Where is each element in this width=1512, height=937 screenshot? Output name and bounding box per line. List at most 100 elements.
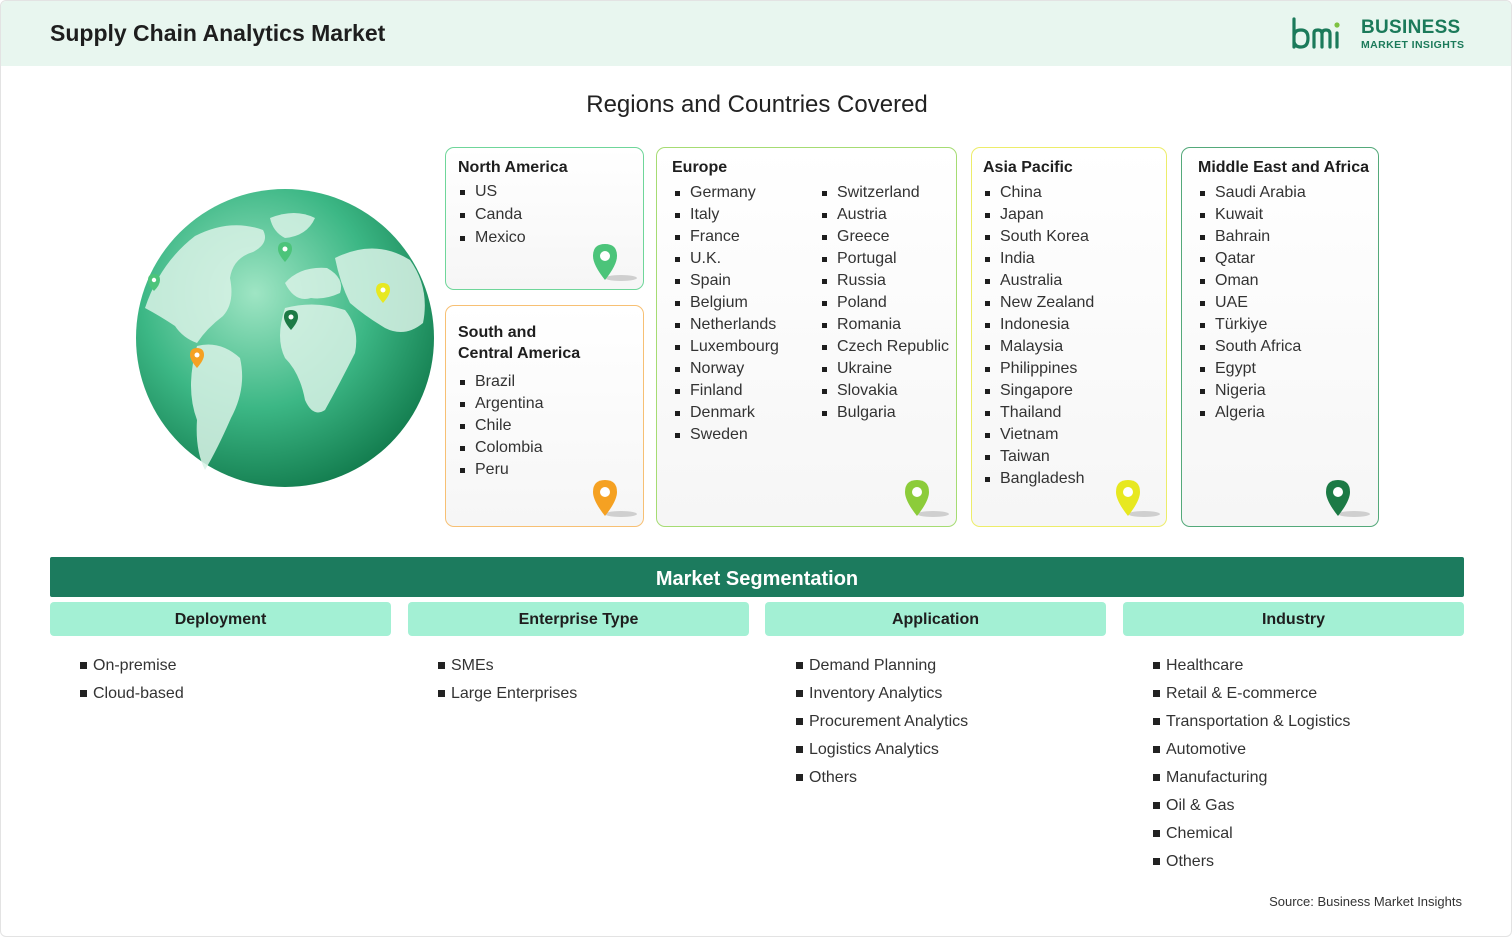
list-item: Oman (1198, 270, 1306, 292)
list-item: Kuwait (1198, 204, 1306, 226)
list-item: Chemical (1153, 820, 1350, 848)
list-item: Bahrain (1198, 226, 1306, 248)
list-item: Czech Republic (820, 336, 949, 358)
list-item: Japan (983, 204, 1094, 226)
regions-title: Regions and Countries Covered (586, 91, 928, 118)
country-list: US Canda Mexico (458, 181, 526, 249)
globe-icon (136, 189, 434, 487)
list-item: Indonesia (983, 314, 1094, 336)
list-item: Nigeria (1198, 380, 1306, 402)
country-list: Saudi Arabia Kuwait Bahrain Qatar Oman U… (1198, 182, 1306, 424)
country-list-col-2: Switzerland Austria Greece Portugal Russ… (820, 182, 949, 424)
list-item: Romania (820, 314, 949, 336)
list-item: Procurement Analytics (796, 708, 968, 736)
region-card-europe: Europe Germany Italy France U.K. Spain B… (656, 147, 957, 527)
bmi-logo-mark-icon (1292, 17, 1340, 49)
list-item: Saudi Arabia (1198, 182, 1306, 204)
list-item: Transportation & Logistics (1153, 708, 1350, 736)
region-title: Middle East and Africa (1198, 159, 1369, 176)
list-item: Ukraine (820, 358, 949, 380)
map-pin-icon (1326, 480, 1370, 517)
list-item: Automotive (1153, 736, 1350, 764)
region-title: Asia Pacific (983, 159, 1073, 176)
segment-header-enterprise-type: Enterprise Type (408, 602, 749, 636)
list-item: Finland (673, 380, 779, 402)
list-item: Belgium (673, 292, 779, 314)
list-item: Egypt (1198, 358, 1306, 380)
map-pin-icon (593, 244, 637, 281)
list-item: Luxembourg (673, 336, 779, 358)
list-item: Demand Planning (796, 652, 968, 680)
list-item: Australia (983, 270, 1094, 292)
list-item: South Africa (1198, 336, 1306, 358)
list-item: Thailand (983, 402, 1094, 424)
list-item: New Zealand (983, 292, 1094, 314)
segment-list-enterprise-type: SMEs Large Enterprises (438, 652, 577, 708)
source-note: Source: Business Market Insights (1269, 894, 1462, 909)
list-item: Manufacturing (1153, 764, 1350, 792)
list-item: Taiwan (983, 446, 1094, 468)
list-item: Italy (673, 204, 779, 226)
list-item: Cloud-based (80, 680, 184, 708)
region-card-south-central-america: South and Central America Brazil Argenti… (445, 305, 644, 527)
list-item: Colombia (458, 437, 544, 459)
list-item: Bulgaria (820, 402, 949, 424)
region-title-line-2: Central America (458, 345, 581, 362)
map-pin-icon (593, 480, 637, 517)
country-list: China Japan South Korea India Australia … (983, 182, 1094, 490)
list-item: Singapore (983, 380, 1094, 402)
list-item: Switzerland (820, 182, 949, 204)
list-item: Vietnam (983, 424, 1094, 446)
list-item: India (983, 248, 1094, 270)
infographic-frame: Supply Chain Analytics Market BUSINESS M… (0, 0, 1512, 937)
list-item: Argentina (458, 393, 544, 415)
list-item: Spain (673, 270, 779, 292)
map-pin-icon (905, 480, 949, 517)
segment-header-deployment: Deployment (50, 602, 391, 636)
list-item: Others (796, 764, 968, 792)
header-bar: Supply Chain Analytics Market BUSINESS M… (1, 1, 1511, 66)
list-item: UAE (1198, 292, 1306, 314)
region-title: South and Central America (458, 322, 580, 364)
list-item: Poland (820, 292, 949, 314)
list-item: Austria (820, 204, 949, 226)
region-card-middle-east-africa: Middle East and Africa Saudi Arabia Kuwa… (1181, 147, 1379, 527)
list-item: Netherlands (673, 314, 779, 336)
list-item: Germany (673, 182, 779, 204)
list-item: Norway (673, 358, 779, 380)
segment-list-application: Demand Planning Inventory Analytics Proc… (796, 652, 968, 792)
region-card-asia-pacific: Asia Pacific China Japan South Korea Ind… (971, 147, 1167, 527)
country-list-col-1: Germany Italy France U.K. Spain Belgium … (673, 182, 779, 446)
map-pin-icon (1116, 480, 1160, 517)
list-item: Oil & Gas (1153, 792, 1350, 820)
bmi-logo: BUSINESS MARKET INSIGHTS (1291, 16, 1471, 52)
list-item: Philippines (983, 358, 1094, 380)
list-item: Large Enterprises (438, 680, 577, 708)
region-title: North America (458, 159, 568, 176)
list-item: Russia (820, 270, 949, 292)
list-item: China (983, 182, 1094, 204)
list-item: Mexico (458, 227, 526, 249)
list-item: Türkiye (1198, 314, 1306, 336)
country-list: Brazil Argentina Chile Colombia Peru (458, 371, 544, 481)
page-title: Supply Chain Analytics Market (50, 20, 386, 46)
list-item: On-premise (80, 652, 184, 680)
list-item: Malaysia (983, 336, 1094, 358)
list-item: Chile (458, 415, 544, 437)
list-item: U.K. (673, 248, 779, 270)
list-item: Healthcare (1153, 652, 1350, 680)
list-item: South Korea (983, 226, 1094, 248)
logo-text-market-insights: MARKET INSIGHTS (1361, 39, 1465, 51)
logo-text-business: BUSINESS (1361, 17, 1461, 38)
region-title-line-1: South and (458, 324, 537, 341)
list-item: Algeria (1198, 402, 1306, 424)
list-item: France (673, 226, 779, 248)
list-item: Retail & E-commerce (1153, 680, 1350, 708)
list-item: SMEs (438, 652, 577, 680)
segment-list-industry: Healthcare Retail & E-commerce Transport… (1153, 652, 1350, 876)
region-card-north-america: North America US Canda Mexico (445, 147, 644, 290)
region-title: Europe (672, 159, 728, 176)
list-item: Bangladesh (983, 468, 1094, 490)
segment-header-application: Application (765, 602, 1106, 636)
list-item: Brazil (458, 371, 544, 393)
